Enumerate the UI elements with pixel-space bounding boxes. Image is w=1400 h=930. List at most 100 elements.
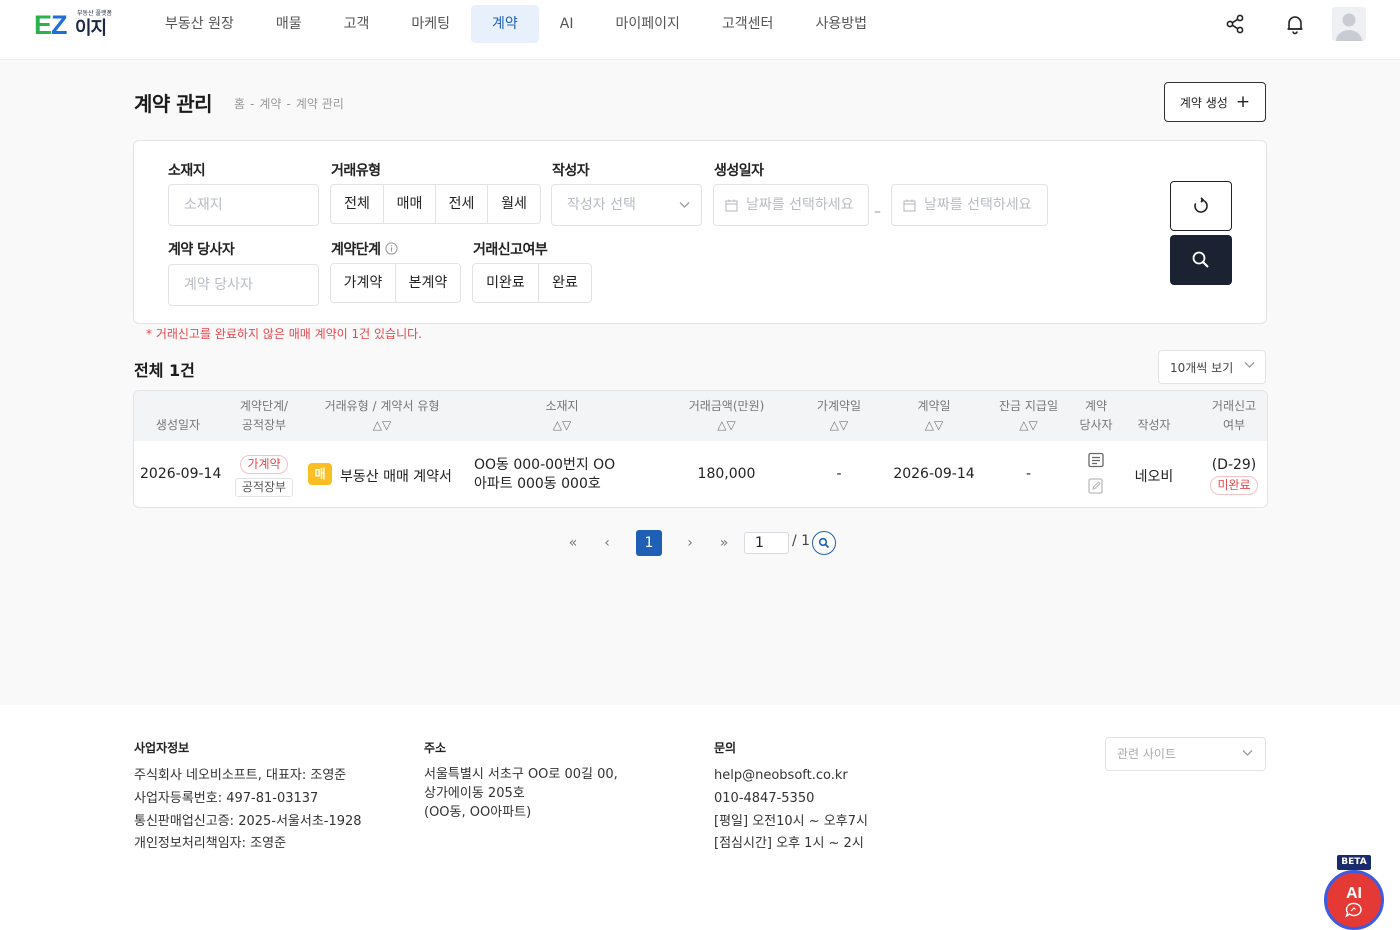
col-created[interactable]: 생성일자 (144, 416, 212, 435)
stage-pre-contract[interactable]: 가계약 (331, 264, 396, 302)
footer-biz-title: 사업자정보 (134, 741, 190, 755)
footer-biz-line: 통신판매업신고증: 2025-서울서초-1928 (134, 814, 362, 829)
page-1-button[interactable]: 1 (636, 530, 662, 556)
nav-mypage[interactable]: 마이페이지 (595, 5, 701, 43)
nav-contracts[interactable]: 계약 (471, 5, 539, 43)
page-go-button[interactable] (812, 531, 836, 555)
row-pre-date: - (836, 466, 842, 482)
sale-type-badge: 매 (308, 463, 332, 485)
beta-badge: BETA (1337, 855, 1371, 870)
reset-icon (1194, 197, 1208, 213)
footer-contact-email[interactable]: help@neobsoft.co.kr (714, 765, 848, 788)
col-balance-date[interactable]: 잔금 지급일 △▽ (991, 397, 1066, 435)
nav-howto[interactable]: 사용방법 (794, 5, 888, 43)
logo-tagline: 부동산 플랫폼 (77, 10, 113, 17)
author-label: 작성자 (552, 163, 590, 179)
page-title: 계약 관리 (134, 92, 213, 116)
create-contract-button[interactable]: 계약 생성 + (1164, 82, 1266, 122)
trade-type-sale[interactable]: 매매 (384, 185, 436, 223)
footer-addr-title: 주소 (424, 741, 447, 755)
chat-icon (1345, 902, 1362, 918)
per-page-select[interactable]: 10개씩 보기 (1158, 350, 1266, 384)
row-created: 2026-09-14 (140, 466, 222, 482)
user-avatar-icon[interactable] (1332, 7, 1366, 41)
chevron-down-icon (1244, 362, 1255, 368)
next-page-button[interactable]: › (681, 530, 699, 556)
nav-support[interactable]: 고객센터 (701, 5, 795, 43)
footer-contact-lunch: [점심시간] 오후 1시 ~ 2시 (714, 836, 864, 851)
col-stage[interactable]: 계약단계/공적장부 (229, 397, 299, 435)
row-balance-date: - (1025, 466, 1032, 482)
footer-biz-line: 주식회사 네오비소프트, 대표자: 조영준 (134, 768, 347, 783)
plus-icon: + (1235, 91, 1251, 112)
top-header: EZ 부동산 플랫폼 이지 부동산 원장 매물 고객 마케팅 계약 AI 마이페… (0, 0, 1400, 60)
row-stage: 가계약 공적장부 (229, 453, 299, 498)
created-date-label: 생성일자 (714, 163, 764, 179)
document-icon[interactable] (1087, 452, 1105, 474)
footer-addr-line: (OO동, OO아파트) (424, 805, 532, 820)
author-select[interactable]: 작성자 선택 (551, 184, 702, 226)
nav-ledger[interactable]: 부동산 원장 (144, 5, 255, 43)
col-location[interactable]: 소재지 △▽ (522, 397, 602, 435)
breadcrumb: 홈 - 계약 - 계약 관리 (234, 97, 344, 111)
chevron-down-icon (1242, 750, 1253, 756)
logo-izi-text: 이지 (75, 18, 107, 39)
row-author: 네오비 (1134, 469, 1174, 485)
nav-marketing[interactable]: 마케팅 (390, 5, 471, 43)
last-page-button[interactable]: » (715, 530, 733, 556)
col-type[interactable]: 거래유형 / 계약서 유형 △▽ (314, 397, 450, 435)
breadcrumb-home[interactable]: 홈 (234, 97, 245, 111)
calendar-icon (725, 199, 738, 212)
first-page-button[interactable]: « (564, 530, 582, 556)
chevron-down-icon (679, 202, 690, 208)
footer-contact-phone: 010-4847-5350 (714, 791, 815, 806)
reset-button[interactable] (1170, 181, 1232, 231)
ez-izi-logo[interactable]: EZ 부동산 플랫폼 이지 (34, 10, 114, 40)
search-icon (1192, 251, 1209, 268)
stage-segment: 가계약 본계약 (330, 263, 461, 303)
stage-main-contract[interactable]: 본계약 (396, 264, 460, 302)
col-pre-date[interactable]: 가계약일 △▽ (804, 397, 874, 435)
row-report: (D-29) 미완료 (1204, 455, 1264, 495)
col-author: 작성자 (1137, 418, 1171, 432)
party-input[interactable]: 계약 당사자 (168, 264, 319, 306)
trade-type-jeonse[interactable]: 전세 (436, 185, 488, 223)
report-incomplete[interactable]: 미완료 (473, 264, 539, 302)
share-icon[interactable] (1224, 13, 1246, 35)
edit-document-icon[interactable] (1087, 477, 1105, 499)
footer-biz-line: 사업자등록번호: 497-81-03137 (134, 791, 319, 806)
prev-page-button[interactable]: ‹ (598, 530, 616, 556)
start-date-input[interactable]: 날짜를 선택하세요 (713, 184, 869, 226)
related-sites-select[interactable]: 관련 사이트 (1105, 737, 1266, 771)
footer-biz-line: 개인정보처리책임자: 조영준 (134, 836, 287, 851)
nav-listings[interactable]: 매물 (255, 5, 323, 43)
public-ledger-badge[interactable]: 공적장부 (234, 478, 294, 497)
search-icon (818, 537, 830, 549)
report-status-badge: 미완료 (1210, 476, 1258, 495)
page-total: / 1 (792, 533, 811, 549)
nav-ai[interactable]: AI (539, 5, 595, 43)
filter-panel: 소재지 소재지 거래유형 전체 매매 전세 월세 작성자 작성자 선택 생성일자… (133, 140, 1267, 324)
report-complete[interactable]: 완료 (539, 264, 591, 302)
end-date-input[interactable]: 날짜를 선택하세요 (891, 184, 1048, 226)
report-warning: * 거래신고를 완료하지 않은 매매 계약이 1건 있습니다. (146, 327, 422, 341)
col-contract-date[interactable]: 계약일 △▽ (899, 397, 969, 435)
trade-type-monthly[interactable]: 월세 (488, 185, 540, 223)
footer: 사업자정보 주식회사 네오비소프트, 대표자: 조영준 사업자등록번호: 497… (0, 705, 1400, 930)
location-input[interactable]: 소재지 (168, 184, 319, 226)
nav-customers[interactable]: 고객 (323, 5, 391, 43)
search-button[interactable] (1170, 235, 1232, 285)
report-segment: 미완료 완료 (472, 263, 592, 303)
info-icon[interactable] (384, 242, 398, 255)
bell-icon[interactable] (1284, 13, 1306, 35)
ai-assistant-button[interactable]: AI (1324, 870, 1384, 930)
total-count: 전체 1건 (134, 361, 195, 380)
page-number-input[interactable]: 1 (744, 532, 789, 554)
breadcrumb-contracts[interactable]: 계약 (259, 97, 281, 111)
col-amount[interactable]: 거래금액(만원) △▽ (679, 397, 774, 435)
col-party: 계약 당사자 (1079, 399, 1113, 432)
trade-type-all[interactable]: 전체 (331, 185, 384, 223)
stage-badge: 가계약 (240, 455, 288, 474)
main-nav: 부동산 원장 매물 고객 마케팅 계약 AI 마이페이지 고객센터 사용방법 (144, 5, 888, 43)
date-range-dash: – (874, 204, 881, 220)
